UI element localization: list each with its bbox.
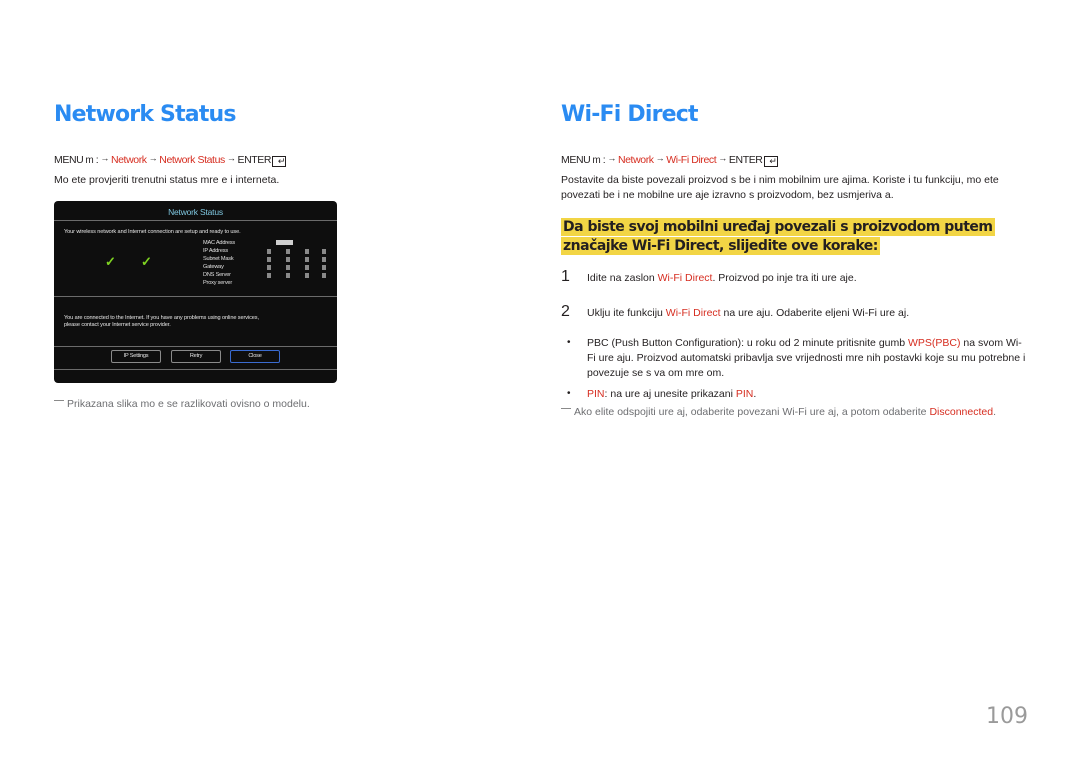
pin-line: PIN: na ure aj unesite prikazani PIN. bbox=[587, 387, 756, 403]
left-note: Prikazana slika mo e se razlikovati ovis… bbox=[54, 398, 310, 410]
menu-item-network: Network bbox=[617, 154, 654, 166]
arrow-icon: → bbox=[655, 153, 665, 163]
menu-item-wifi-direct: Wi-Fi Direct bbox=[666, 154, 717, 166]
menu-icon: m bbox=[85, 155, 94, 166]
right-note-text: Ako elite odspojiti ure aj, odaberite po… bbox=[574, 406, 930, 418]
step-text: na ure aju. Odaberite eljeni Wi-Fi ure a… bbox=[720, 307, 910, 319]
ip-settings-button[interactable]: IP Settings bbox=[111, 350, 161, 363]
step-link-wifi-direct: Wi-Fi Direct bbox=[665, 307, 721, 319]
step-link-wifi-direct: Wi-Fi Direct bbox=[657, 272, 713, 284]
menu-separator: : bbox=[95, 154, 99, 166]
menu-separator: : bbox=[602, 154, 606, 166]
mac-address-value bbox=[276, 240, 293, 245]
enter-icon: ↵ bbox=[272, 156, 287, 167]
enter-icon: ↵ bbox=[763, 156, 778, 167]
bullet-icon: • bbox=[567, 337, 571, 348]
dialog-divider bbox=[54, 220, 337, 221]
pbc-line3: povezuje se s va om mre om. bbox=[587, 367, 725, 379]
pbc-line2: Fi ure aju. Proizvod automatski pribavlj… bbox=[587, 352, 1026, 364]
label-proxy-server: Proxy server bbox=[203, 280, 232, 286]
step-text: Idite na zaslon bbox=[587, 272, 658, 284]
pin-text: . bbox=[753, 388, 757, 400]
note-dash-icon bbox=[561, 407, 571, 409]
pin-text: : na ure aj unesite prikazani bbox=[604, 388, 736, 400]
step-1-text: Idite na zaslon Wi-Fi Direct. Proizvod p… bbox=[587, 271, 857, 287]
right-note: Ako elite odspojiti ure aj, odaberite po… bbox=[561, 406, 996, 418]
internet-message-line1: You are connected to the Internet. If yo… bbox=[64, 315, 259, 321]
step-text: Uklju ite funkciju bbox=[587, 307, 666, 319]
enter-label: ENTER bbox=[237, 154, 272, 166]
close-button[interactable]: Close bbox=[230, 350, 280, 363]
label-dns-server: DNS Server bbox=[203, 272, 231, 278]
menu-item-network-status: Network Status bbox=[159, 154, 225, 166]
arrow-icon: → bbox=[100, 153, 109, 163]
left-note-text: Prikazana slika mo e se razlikovati ovis… bbox=[67, 398, 310, 410]
retry-button[interactable]: Retry bbox=[171, 350, 221, 363]
menu-item-network: Network bbox=[110, 154, 147, 166]
arrow-icon: → bbox=[148, 153, 158, 163]
right-description-line1: Postavite da biste povezali proizvod s b… bbox=[561, 174, 999, 186]
pbc-line1: PBC (Push Button Configuration): u roku … bbox=[587, 336, 1022, 352]
step-number: 2 bbox=[561, 303, 570, 320]
arrow-icon: → bbox=[718, 153, 727, 163]
label-mac-address: MAC Address bbox=[203, 240, 235, 246]
pbc-text: na svom Wi- bbox=[960, 337, 1022, 349]
dialog-divider bbox=[54, 346, 337, 347]
wifi-direct-title: Wi-Fi Direct bbox=[561, 102, 699, 127]
pbc-text: PBC (Push Button Configuration): u roku … bbox=[587, 337, 908, 349]
highlight-heading: Da biste svoj mobilni uređaj povezali s … bbox=[561, 218, 995, 255]
step-2-text: Uklju ite funkciju Wi-Fi Direct na ure a… bbox=[587, 306, 909, 322]
label-ip-address: IP Address bbox=[203, 248, 228, 254]
label-gateway: Gateway bbox=[203, 264, 224, 270]
check-icon: ✓ bbox=[105, 254, 116, 269]
arrow-icon: → bbox=[226, 153, 236, 163]
bullet-icon: • bbox=[567, 388, 571, 399]
highlight-line2: značajke Wi-Fi Direct, slijedite ove kor… bbox=[561, 237, 880, 255]
right-menu-path: MENU m : → Network → Wi-Fi Direct → ENTER ↵ bbox=[561, 153, 778, 167]
menu-label: MENU bbox=[54, 154, 84, 166]
page-number: 109 bbox=[986, 704, 1028, 729]
network-status-dialog: Network Status Your wireless network and… bbox=[54, 201, 337, 383]
right-note-text: . bbox=[993, 406, 996, 418]
internet-message-line2: please contact your Internet service pro… bbox=[64, 322, 171, 328]
label-subnet-mask: Subnet Mask bbox=[203, 256, 234, 262]
step-text: . Proizvod po inje tra iti ure aje. bbox=[712, 272, 857, 284]
dialog-divider bbox=[54, 369, 337, 370]
enter-label: ENTER bbox=[728, 154, 763, 166]
step-number: 1 bbox=[561, 268, 570, 285]
right-description-line2: povezati be i ne mobilne ure aje izravno… bbox=[561, 189, 894, 201]
wps-pbc-link: WPS(PBC) bbox=[908, 337, 961, 349]
left-menu-path: MENU m : → Network → Network Status → ENTER ↵ bbox=[54, 153, 287, 167]
step-2: 2 bbox=[561, 303, 570, 321]
check-icon: ✓ bbox=[141, 254, 152, 269]
dialog-title: Network Status bbox=[168, 207, 223, 217]
dialog-status-message: Your wireless network and Internet conne… bbox=[64, 229, 241, 235]
step-1: 1 bbox=[561, 268, 570, 286]
disconnected-link: Disconnected bbox=[929, 406, 994, 418]
dialog-divider bbox=[54, 296, 337, 297]
pin-link: PIN bbox=[587, 388, 605, 400]
menu-icon: m bbox=[592, 155, 601, 166]
note-dash-icon bbox=[54, 399, 64, 401]
pin-link: PIN bbox=[735, 388, 754, 400]
network-status-title: Network Status bbox=[54, 102, 237, 127]
arrow-icon: → bbox=[607, 153, 616, 163]
highlight-line1: Da biste svoj mobilni uređaj povezali s … bbox=[561, 218, 995, 236]
menu-label: MENU bbox=[561, 154, 591, 166]
left-description: Mo ete provjeriti trenutni status mre e … bbox=[54, 174, 280, 186]
